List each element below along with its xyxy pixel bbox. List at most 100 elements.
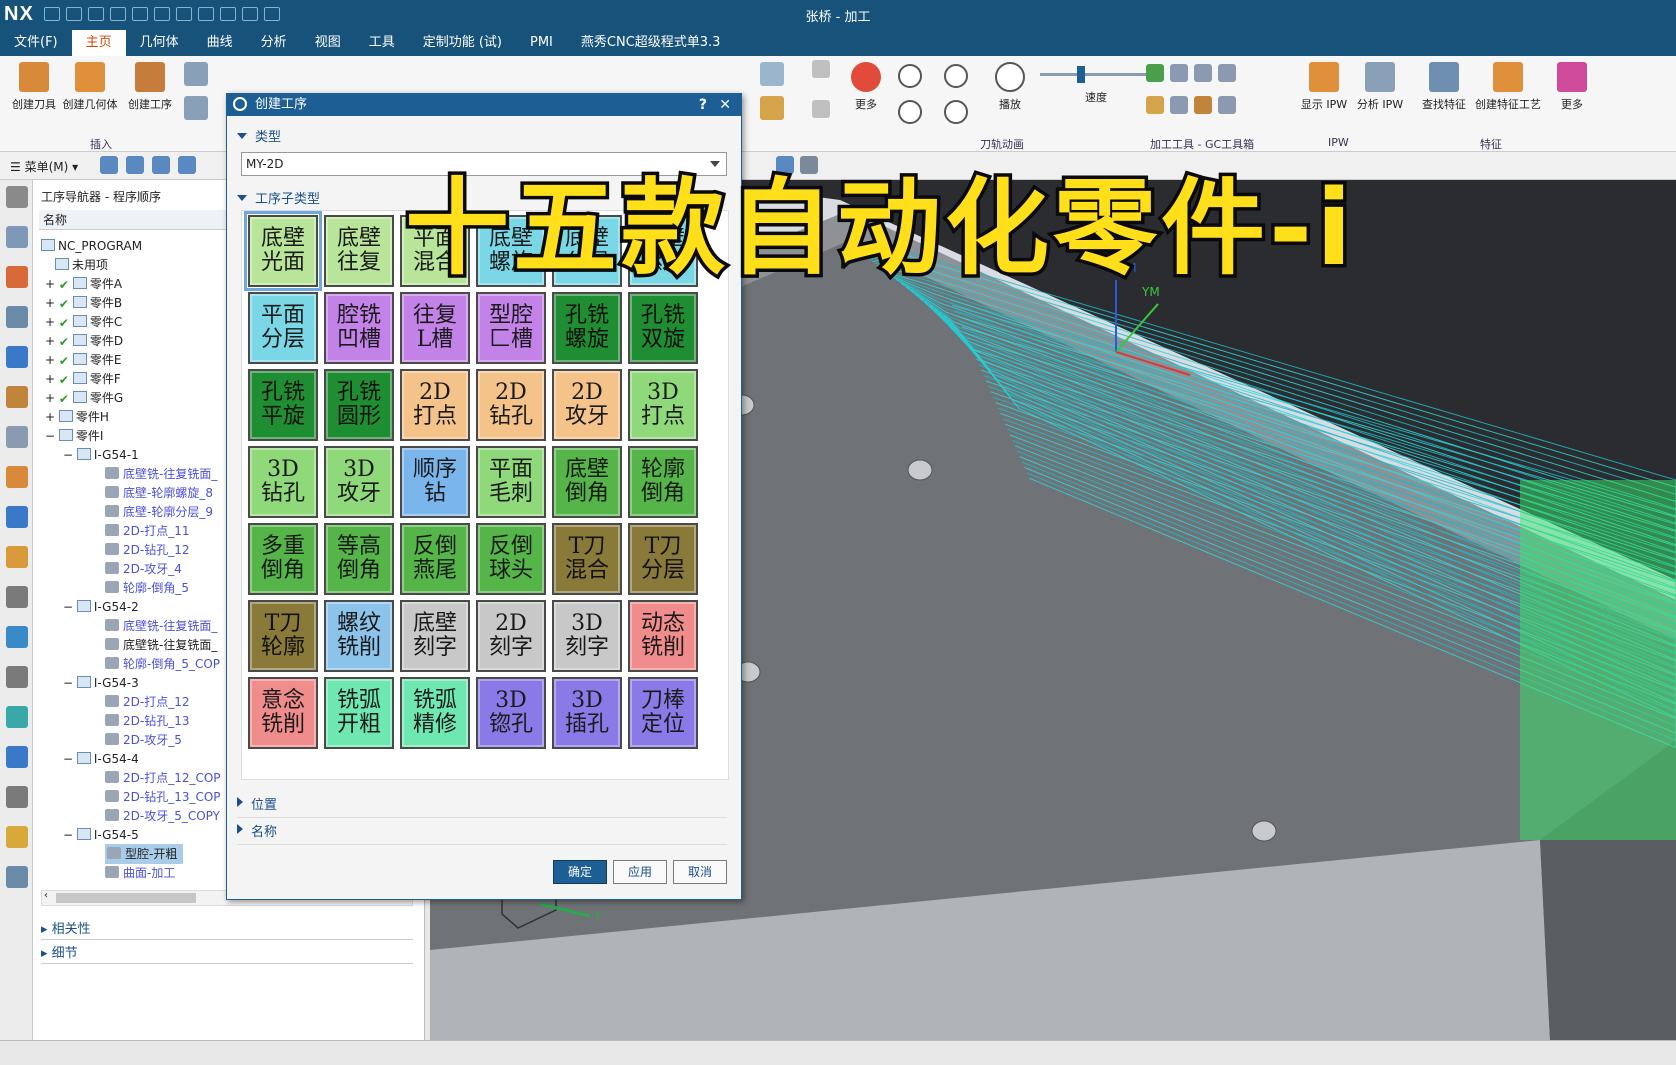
gc-tool-icon[interactable] (1194, 96, 1212, 114)
view-icon[interactable] (800, 156, 818, 174)
subtype-tile[interactable]: T刀 轮廓 (248, 600, 318, 672)
gc-tool-icon[interactable] (1170, 96, 1188, 114)
subtype-tile[interactable]: 孔铣 螺旋 (552, 292, 622, 364)
collapse-icon[interactable]: − (45, 429, 59, 443)
tree-operation[interactable]: 2D-攻牙_5_COPY (105, 806, 220, 826)
tree-operation[interactable]: 轮廓-倒角_5 (105, 578, 189, 598)
subtype-tile[interactable]: 3D 打点 (628, 369, 698, 441)
subtype-tile[interactable]: T刀 分层 (628, 523, 698, 595)
save-icon[interactable] (43, 7, 60, 21)
tree-operation[interactable]: 底壁-轮廓分层_9 (105, 502, 213, 522)
command-finder-icon[interactable] (175, 7, 192, 21)
resource-bar-icon[interactable] (6, 826, 28, 848)
relevance-section[interactable]: ▸ 相关性 (41, 918, 413, 940)
window-menu-icon[interactable] (263, 7, 280, 21)
tree-operation[interactable]: 2D-打点_11 (105, 521, 189, 541)
subtype-tile[interactable]: 底壁 螺旋 (476, 215, 546, 287)
resource-bar-icon[interactable] (6, 346, 28, 368)
tree-operation[interactable]: 轮廓-倒角_5_COP (105, 654, 220, 674)
collapse-icon[interactable]: − (63, 448, 77, 462)
tree-part[interactable]: + ✔ 零件F (45, 369, 121, 389)
show-ipw-button[interactable]: 显示 IPW (1296, 62, 1352, 112)
voice-icon[interactable] (197, 7, 214, 21)
subtype-tile[interactable]: 底壁 刻字 (400, 600, 470, 672)
expand-icon[interactable]: + (45, 353, 59, 367)
menu-item[interactable]: 定制功能 (试) (409, 30, 516, 56)
resource-bar-icon[interactable] (6, 786, 28, 808)
collapse-icon[interactable]: − (63, 600, 77, 614)
expand-icon[interactable]: + (45, 391, 59, 405)
menu-item[interactable]: 燕秀CNC超级程式单3.3 (567, 30, 735, 56)
forward-icon[interactable] (944, 100, 968, 124)
undo-icon[interactable] (65, 7, 82, 21)
resource-bar-icon[interactable] (6, 706, 28, 728)
tree-operation[interactable]: 2D-钻孔_13_COP (105, 787, 221, 807)
tool-holder-icon[interactable] (760, 96, 784, 120)
paste-icon[interactable] (131, 7, 148, 21)
delete-icon[interactable] (153, 7, 170, 21)
verify-toolpath-icon[interactable] (760, 62, 784, 86)
tree-part[interactable]: + ✔ 零件B (45, 293, 122, 313)
apply-button[interactable]: 应用 (613, 860, 667, 884)
subtype-tile[interactable]: 孔铣 平旋 (248, 369, 318, 441)
analyze-ipw-button[interactable]: 分析 IPW (1352, 62, 1408, 112)
tree-operation[interactable]: 底壁铣-往复铣面_ (105, 464, 217, 484)
tree-part[interactable]: + ✔ 零件G (45, 388, 123, 408)
resource-bar-icon[interactable] (6, 386, 28, 408)
gc-tool-icon[interactable] (1218, 96, 1236, 114)
subtype-tile[interactable]: 刀棒 定位 (628, 677, 698, 749)
find-feature-button[interactable]: 查找特征 (1416, 62, 1472, 112)
subtype-tile[interactable]: 底壁 倒角 (552, 446, 622, 518)
tree-operation[interactable]: 2D-打点_12 (105, 692, 189, 712)
subtype-tile[interactable]: 动态 铣削 (628, 600, 698, 672)
subtype-tile[interactable]: 2D 刻字 (476, 600, 546, 672)
resource-bar-icon[interactable] (6, 306, 28, 328)
filter-icon[interactable] (100, 156, 118, 174)
subtype-tile[interactable]: 多重 倒角 (248, 523, 318, 595)
position-section-header[interactable]: 位置 (237, 794, 727, 818)
subtype-tile[interactable]: 铣弧 开粗 (324, 677, 394, 749)
tree-group[interactable]: − I-G54-1 (63, 445, 139, 465)
close-icon[interactable]: ✕ (719, 94, 731, 116)
subtype-tile[interactable]: 腔铣 凹槽 (324, 292, 394, 364)
subtype-tile[interactable]: 往复 L槽 (400, 292, 470, 364)
subtype-tile[interactable]: 3D 攻牙 (324, 446, 394, 518)
create-program-icon[interactable] (184, 96, 208, 120)
tree-part[interactable]: + 零件H (45, 407, 109, 427)
subtype-tile[interactable]: 孔铣 圆形 (324, 369, 394, 441)
tree-part[interactable]: + ✔ 零件D (45, 331, 123, 351)
tree-operation[interactable]: 2D-钻孔_13 (105, 711, 189, 731)
resource-bar-icon[interactable] (6, 746, 28, 768)
menu-item[interactable]: 几何体 (126, 30, 193, 56)
expand-icon[interactable]: + (45, 277, 59, 291)
menu-item[interactable]: 分析 (247, 30, 301, 56)
dialog-title-bar[interactable]: 创建工序 ? ✕ (227, 94, 741, 116)
mcs-icon[interactable] (776, 156, 794, 174)
menu-item[interactable]: 工具 (355, 30, 409, 56)
subtype-tile[interactable]: 3D 刻字 (552, 600, 622, 672)
menu-button[interactable]: ☰ 菜单(M) ▾ (10, 158, 78, 175)
touch-mode-icon[interactable] (219, 7, 236, 21)
resource-bar-icon[interactable] (6, 546, 28, 568)
create-operation-button[interactable]: 创建工序 (122, 62, 178, 112)
tree-operation[interactable]: 底壁铣-往复铣面_ (105, 616, 217, 636)
menu-item[interactable]: 主页 (71, 30, 126, 56)
collapse-icon[interactable]: − (63, 676, 77, 690)
collapse-icon[interactable]: − (63, 828, 77, 842)
resource-bar-icon[interactable] (6, 586, 28, 608)
menu-item[interactable]: 视图 (301, 30, 355, 56)
verify-icon[interactable] (1146, 64, 1164, 82)
speed-slider[interactable] (1040, 66, 1160, 83)
resource-bar-icon[interactable] (6, 626, 28, 648)
subtype-tile[interactable]: 孔铣 双旋 (628, 292, 698, 364)
expand-icon[interactable]: + (45, 334, 59, 348)
tree-group[interactable]: − I-G54-5 (63, 825, 139, 845)
subtype-tile[interactable]: 螺纹 铣削 (324, 600, 394, 672)
menu-item[interactable]: 文件(F) (0, 30, 72, 56)
subtype-tile[interactable]: 2D 攻牙 (552, 369, 622, 441)
tree-group[interactable]: − I-G54-3 (63, 673, 139, 693)
subtype-tile[interactable]: 型腔 匚槽 (476, 292, 546, 364)
tree-operation[interactable]: 底壁-轮廓螺旋_8 (105, 483, 213, 503)
step-back-icon[interactable] (898, 64, 922, 88)
subtype-tile[interactable]: 3D 钻孔 (248, 446, 318, 518)
